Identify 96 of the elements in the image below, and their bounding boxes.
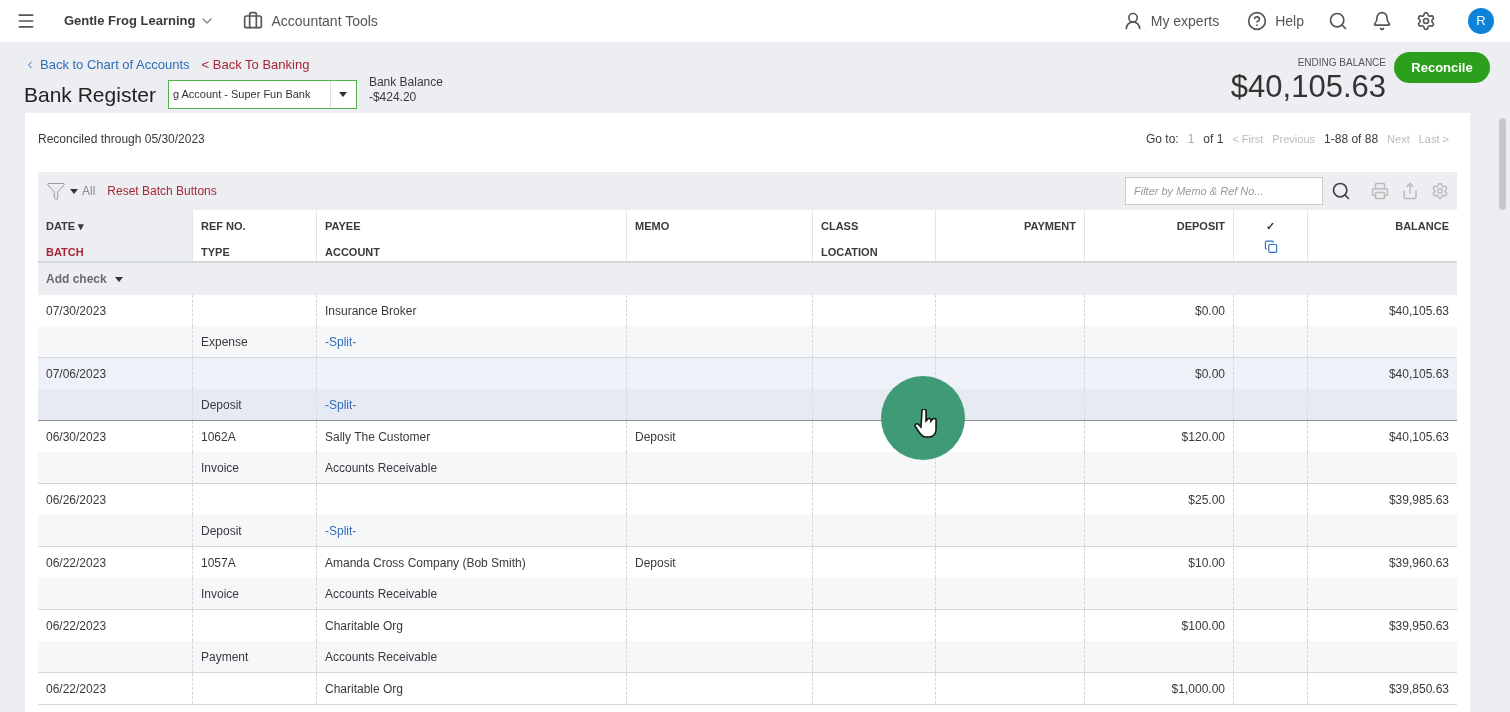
account-cell[interactable]: Accounts Receivable (325, 458, 438, 477)
date-cell-text: 06/22/2023 (46, 680, 107, 698)
memo-cell-text: Deposit (635, 428, 676, 446)
column-header[interactable]: LOCATION (821, 243, 878, 260)
register-row[interactable]: 07/06/2023 $0.00 $40,105.63 Deposit -Split- (38, 358, 1457, 421)
account-cell[interactable]: Accounts Receivable (325, 584, 438, 603)
help-icon[interactable] (1247, 11, 1268, 31)
balance-cell-text: $39,960.63 (1388, 554, 1449, 572)
register-row[interactable]: 06/22/2023 1057A Amanda Cross Company (Bob Smith) Deposit $10.00 $39,960.63 Invoice Accounts Receivable (38, 547, 1457, 610)
balance-cell-text: $40,105.63 (1388, 302, 1449, 320)
payee-cell-text: Charitable Org (325, 680, 404, 698)
go-to-label: Go to: (1146, 131, 1179, 148)
search-icon[interactable] (1328, 11, 1348, 31)
column-header[interactable]: BALANCE (1395, 218, 1449, 235)
type-cell-text: Expense (201, 333, 248, 351)
ref-cell-text: 1062A (201, 428, 236, 446)
add-check-button[interactable]: Add check (46, 270, 107, 288)
column-header[interactable]: TYPE (201, 243, 230, 260)
column-header[interactable]: ✓ (1266, 218, 1275, 235)
type-cell-text: Invoice (201, 585, 240, 603)
range-text: 1-88 of 88 (1324, 131, 1379, 148)
column-header[interactable]: ACCOUNT (325, 243, 380, 260)
column-header[interactable]: PAYEE (325, 218, 361, 235)
caret-icon[interactable] (114, 276, 123, 282)
filter-field[interactable]: Filter by Memo & Ref No... (1125, 177, 1323, 205)
type-cell-text: Payment (201, 648, 249, 666)
memo-cell-text: Deposit (635, 554, 676, 572)
column-header[interactable]: PAYMENT (1024, 218, 1076, 235)
date-cell-text: 06/22/2023 (46, 617, 107, 635)
date-cell-text: 06/22/2023 (46, 554, 107, 572)
deposit-cell-text: $10.00 (1188, 554, 1225, 572)
help-link[interactable]: Help (1275, 10, 1304, 32)
search-icon[interactable] (1331, 181, 1351, 201)
company-menu[interactable]: Gentle Frog Learning (64, 11, 216, 31)
copy-icon[interactable] (1262, 239, 1279, 253)
menu-icon[interactable] (16, 11, 36, 31)
register-row[interactable]: 07/30/2023 Insurance Broker $0.00 $40,105.63 Expense -Split- (38, 295, 1457, 358)
deposit-cell-text: $25.00 (1188, 491, 1225, 509)
date-cell-text: 07/06/2023 (46, 365, 107, 383)
split-link[interactable]: -Split- (325, 395, 357, 414)
account-dropdown[interactable]: g Account - Super Fun Bank (167, 79, 357, 109)
column-header[interactable]: DATE ▾ (46, 218, 85, 235)
back-to-accounts-link[interactable]: Back to Chart of Accounts (24, 55, 190, 75)
settings-icon[interactable] (1416, 11, 1436, 31)
payee-cell-text: Sally The Customer (325, 428, 431, 446)
payee-cell-text: Insurance Broker (325, 302, 417, 320)
register-row[interactable]: 06/26/2023 $25.00 $39,985.63 Deposit -Split- (38, 484, 1457, 547)
type-cell-text: Deposit (201, 396, 242, 414)
deposit-cell-text: $0.00 (1194, 365, 1225, 383)
column-header[interactable]: DEPOSIT (1176, 218, 1225, 235)
account-cell[interactable]: Accounts Receivable (325, 647, 438, 666)
ref-cell-text: 1057A (201, 554, 236, 572)
bank-balance-label: Bank Balance (368, 75, 443, 91)
back-to-banking-link[interactable]: < Back To Banking (201, 55, 310, 75)
column-header[interactable]: BATCH (46, 243, 84, 260)
date-cell-text: 06/30/2023 (46, 428, 107, 446)
scrollbar-thumb[interactable] (1499, 118, 1506, 210)
payee-cell-text: Charitable Org (325, 617, 404, 635)
deposit-cell-text: $120.00 (1181, 428, 1225, 446)
balance-cell-text: $39,950.63 (1388, 617, 1449, 635)
hand-cursor-icon (914, 409, 940, 439)
register-row[interactable]: 06/22/2023 Charitable Org $1,000.00 $39,850.63 (38, 673, 1457, 705)
column-header[interactable]: REF NO. (201, 218, 246, 235)
caret-icon[interactable] (70, 188, 78, 194)
balance-cell-text: $40,105.63 (1388, 365, 1449, 383)
type-cell-text: Invoice (201, 459, 240, 477)
register-row[interactable]: 06/22/2023 Charitable Org $100.00 $39,950.63 Payment Accounts Receivable (38, 610, 1457, 673)
ending-balance-value: $40,105.63 (1230, 70, 1386, 104)
page-count: of 1 (1203, 131, 1224, 148)
page-title: Bank Register (24, 81, 156, 108)
reconciled-text: Reconciled through 05/30/2023 (38, 131, 205, 148)
column-header[interactable]: CLASS (821, 218, 859, 235)
avatar[interactable]: R (1468, 8, 1494, 34)
balance-cell-text: $39,985.63 (1388, 491, 1449, 509)
bank-balance-value: -$424.20 (368, 90, 418, 106)
deposit-cell-text: $0.00 (1194, 302, 1225, 320)
deposit-cell-text: $1,000.00 (1171, 680, 1225, 698)
split-link[interactable]: -Split- (325, 332, 357, 351)
person-icon[interactable] (1122, 11, 1143, 31)
bell-icon[interactable] (1372, 11, 1392, 31)
balance-cell-text: $40,105.63 (1388, 428, 1449, 446)
accountant-tools-link[interactable]: Accountant Tools (271, 10, 378, 32)
deposit-cell-text: $100.00 (1181, 617, 1225, 635)
column-header[interactable]: MEMO (635, 218, 670, 235)
ending-balance-label: ENDING BALANCE (1297, 56, 1386, 70)
split-link[interactable]: -Split- (325, 521, 357, 540)
caret-icon[interactable] (339, 91, 348, 97)
my-experts-link[interactable]: My experts (1150, 10, 1220, 32)
date-cell-text: 06/26/2023 (46, 491, 107, 509)
balance-cell-text: $39,850.63 (1388, 680, 1449, 698)
date-cell-text: 07/30/2023 (46, 302, 107, 320)
type-cell-text: Deposit (201, 522, 242, 540)
register-row[interactable]: 06/30/2023 1062A Sally The Customer Deposit $120.00 $40,105.63 Invoice Accounts Receivable (38, 421, 1457, 484)
payee-cell-text: Amanda Cross Company (Bob Smith) (325, 554, 526, 572)
briefcase-icon[interactable] (243, 11, 264, 31)
reset-batch-link[interactable]: Reset Batch Buttons (107, 182, 217, 200)
